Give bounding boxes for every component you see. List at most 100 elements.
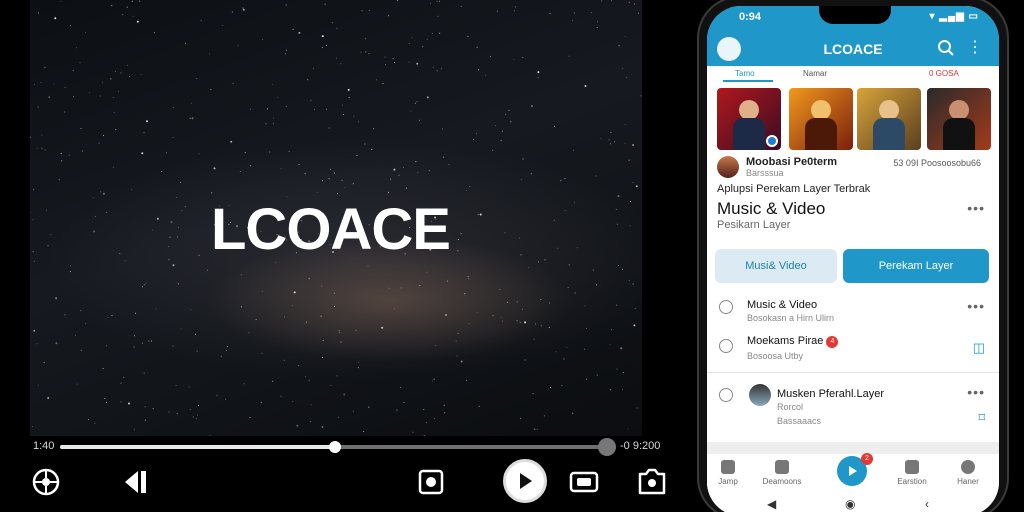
- star: [320, 315, 322, 317]
- nav-play-button[interactable]: 2: [837, 453, 873, 486]
- star: [571, 20, 573, 22]
- seek-end-knob[interactable]: [598, 438, 616, 456]
- star: [285, 106, 287, 107]
- star: [460, 233, 462, 235]
- star: [172, 345, 174, 347]
- star: [412, 431, 414, 433]
- star: [353, 115, 355, 117]
- screen-icon[interactable]: [568, 466, 600, 498]
- star: [334, 305, 336, 307]
- star: [433, 378, 435, 380]
- star: [516, 320, 518, 322]
- music-video-button[interactable]: Musi& Video: [715, 249, 837, 283]
- more-horizontal-icon[interactable]: •••: [967, 384, 985, 400]
- star: [226, 346, 228, 348]
- star: [528, 267, 529, 269]
- channel-row[interactable]: Moobasi Pe0term Barsssua 53 09I Poosooso…: [717, 156, 993, 180]
- star: [611, 329, 612, 331]
- star: [629, 225, 631, 227]
- previous-icon[interactable]: [120, 466, 152, 498]
- star: [620, 347, 623, 350]
- channel-name: Moobasi Pe0term: [746, 156, 838, 168]
- star: [41, 134, 43, 136]
- thumbnail-row: [717, 88, 993, 150]
- star: [520, 179, 522, 181]
- home-icon[interactable]: ◉: [845, 497, 855, 511]
- network-icon[interactable]: [30, 466, 62, 498]
- star: [430, 2, 431, 4]
- star: [85, 32, 86, 33]
- back-icon[interactable]: ◀: [767, 497, 776, 511]
- more-horizontal-icon[interactable]: •••: [967, 298, 985, 314]
- star: [110, 78, 112, 80]
- thumbnail-card[interactable]: [857, 88, 921, 150]
- star: [365, 38, 367, 40]
- star: [637, 12, 639, 14]
- more-vertical-icon[interactable]: ⋮: [967, 40, 983, 56]
- thumbnail-card[interactable]: [789, 88, 853, 150]
- star: [624, 124, 626, 125]
- seek-thumb[interactable]: [329, 441, 341, 453]
- stop-icon[interactable]: [415, 466, 447, 498]
- star: [456, 355, 458, 357]
- star: [392, 58, 394, 60]
- star: [622, 372, 624, 374]
- star: [292, 400, 294, 402]
- tab-first[interactable]: Tamo: [735, 69, 755, 78]
- nav-item-station[interactable]: Earstion: [887, 460, 937, 486]
- search-icon[interactable]: [937, 39, 955, 57]
- star: [516, 301, 518, 303]
- star: [88, 419, 89, 421]
- camera-icon[interactable]: [636, 466, 668, 498]
- video-surface[interactable]: LCOACE: [30, 0, 642, 436]
- thumbnail-card[interactable]: [927, 88, 991, 150]
- save-icon[interactable]: ◫: [973, 340, 985, 356]
- list-item-subtitle: Rorcol: [777, 402, 804, 412]
- star: [255, 319, 257, 321]
- star: [106, 345, 108, 347]
- nav-item-home[interactable]: Jamp: [707, 460, 753, 486]
- star: [500, 316, 502, 318]
- star: [322, 180, 324, 182]
- list-item[interactable]: Musken Pferahl.Layer Rorcol Bassaaacs ••…: [707, 376, 999, 430]
- star: [376, 79, 378, 81]
- list-item-title: Musken Pferahl.Layer: [777, 388, 884, 400]
- star: [189, 409, 191, 411]
- star: [634, 307, 636, 309]
- thumbnail-card[interactable]: [717, 88, 781, 150]
- recents-icon[interactable]: ‹: [925, 497, 929, 511]
- screen-recorder-button[interactable]: Perekam Layer: [843, 249, 989, 283]
- channel-avatar[interactable]: [717, 156, 739, 178]
- star: [68, 154, 70, 156]
- star: [310, 404, 312, 406]
- star: [237, 45, 239, 47]
- star: [549, 302, 550, 304]
- list-item[interactable]: Music & Video Bosokasn a Hirn Ulirn •••: [707, 292, 999, 328]
- star: [288, 151, 290, 152]
- tab-third[interactable]: 0 GOSA: [929, 69, 959, 78]
- star: [443, 156, 445, 158]
- star: [150, 340, 152, 342]
- list-item[interactable]: Moekams Pirae 4 Bosoosa Utby ◫: [707, 328, 999, 366]
- bookmark-icon[interactable]: ⌑: [978, 410, 985, 426]
- star: [388, 287, 390, 289]
- nav-item-chats[interactable]: Deamoons: [757, 460, 807, 486]
- nav-item-profile[interactable]: Haner: [943, 460, 993, 486]
- star: [143, 372, 145, 374]
- star: [211, 192, 213, 194]
- star: [418, 119, 420, 121]
- star: [358, 121, 359, 123]
- section-more-icon[interactable]: •••: [967, 200, 985, 216]
- star: [590, 12, 592, 14]
- system-navigation: ◀ ◉ ‹: [707, 494, 999, 512]
- star: [304, 173, 306, 175]
- star: [95, 215, 97, 217]
- star: [145, 282, 147, 284]
- star: [406, 187, 407, 189]
- seek-bar[interactable]: [60, 438, 616, 456]
- tab-second[interactable]: Namar: [803, 69, 827, 78]
- star: [168, 411, 170, 413]
- play-button[interactable]: [503, 459, 547, 503]
- star: [414, 102, 416, 104]
- star: [616, 304, 618, 306]
